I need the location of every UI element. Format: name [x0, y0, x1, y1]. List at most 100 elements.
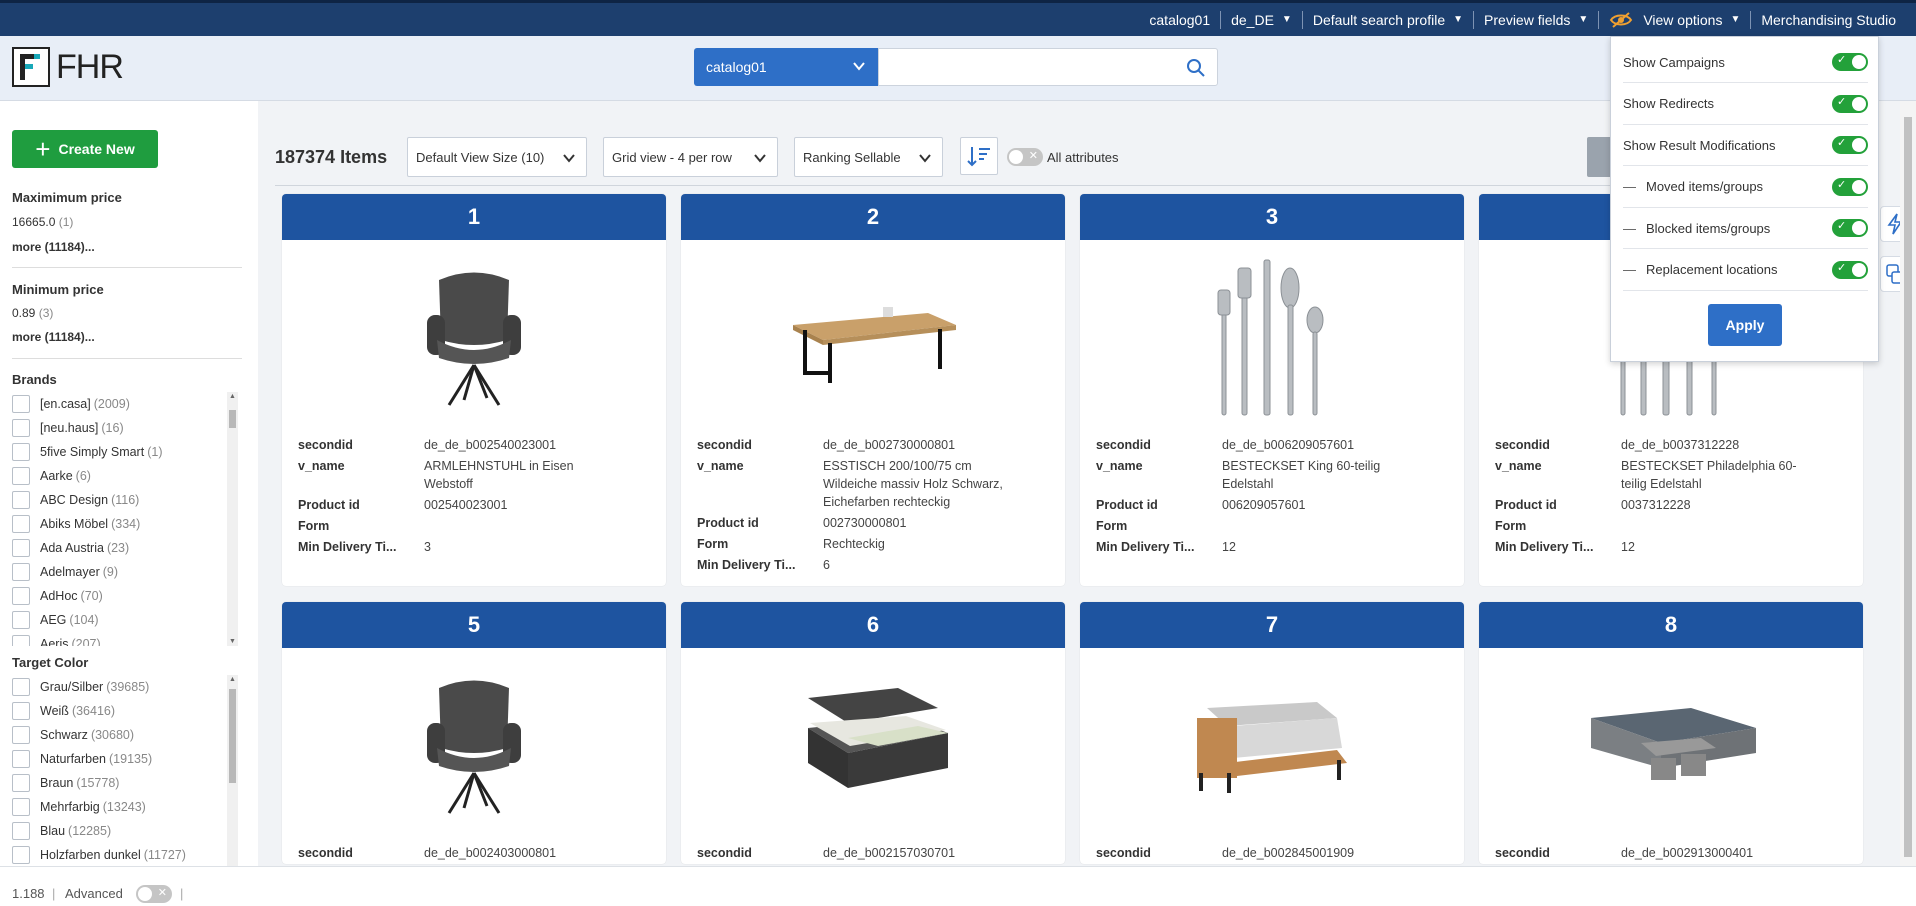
checkbox[interactable]: [12, 419, 30, 437]
checkbox[interactable]: [12, 750, 30, 768]
checkbox[interactable]: [12, 798, 30, 816]
product-card[interactable]: 5 secondid de_de_b002403000801: [282, 602, 666, 864]
view-size-select[interactable]: Default View Size (10): [407, 137, 587, 177]
checkbox[interactable]: [12, 395, 30, 413]
view-option-row[interactable]: Show Redirects: [1623, 84, 1868, 125]
view-option-toggle[interactable]: [1832, 177, 1868, 196]
view-option-row[interactable]: — Replacement locations: [1623, 250, 1868, 291]
view-options-dropdown: — Replacement locations — Blocked items/gro…: [1610, 36, 1879, 362]
view-options-menu[interactable]: View options ▼: [1598, 10, 1750, 29]
facet-value[interactable]: 0.89 (3): [12, 306, 53, 320]
checkbox[interactable]: [12, 491, 30, 509]
product-card[interactable]: 1 secondid de_de_b002540023001 v_name ARMLEH…: [282, 194, 666, 586]
view-option-toggle[interactable]: [1832, 219, 1868, 237]
attribute-row: secondid de_de_b002730000801: [697, 436, 1049, 454]
view-option-toggle[interactable]: [1832, 53, 1868, 71]
attribute-name: secondid: [298, 438, 353, 452]
scroll-thumb[interactable]: [229, 689, 236, 783]
checkbox[interactable]: [12, 611, 30, 629]
checkbox[interactable]: [12, 726, 30, 744]
view-option-row[interactable]: — Moved items/groups: [1623, 167, 1868, 208]
view-option-toggle[interactable]: [1832, 260, 1868, 279]
checkbox-item[interactable]: [neu.haus] (16): [12, 416, 242, 440]
product-card[interactable]: 6 secondid de_de_b002157030701: [681, 602, 1065, 864]
checkbox-item[interactable]: Naturfarben (19135): [12, 747, 242, 771]
colors-scrollbar[interactable]: ▲: [227, 675, 238, 867]
attribute-value: [424, 517, 624, 535]
product-card[interactable]: 8 secondid de_de_b002913000401: [1479, 602, 1863, 864]
page-scrollbar[interactable]: [1900, 101, 1916, 866]
attribute-row: v_name BESTECKSET King 60-teilig Edelstah…: [1096, 457, 1448, 493]
checkbox-item[interactable]: ABC Design (116): [12, 488, 242, 512]
apply-button[interactable]: Apply: [1708, 304, 1782, 346]
scroll-thumb[interactable]: [1904, 117, 1912, 857]
checkbox-item[interactable]: Schwarz (30680): [12, 723, 242, 747]
grid-view-select[interactable]: Grid view - 4 per row: [603, 137, 778, 177]
scroll-thumb[interactable]: [229, 410, 236, 428]
checkbox-item[interactable]: Mehrfarbig (13243): [12, 795, 242, 819]
checkbox-item[interactable]: Aarke (6): [12, 464, 242, 488]
checkbox[interactable]: [12, 443, 30, 461]
catalog-menu[interactable]: catalog01: [1139, 11, 1220, 29]
facet-value[interactable]: 16665.0 (1): [12, 215, 73, 229]
brands-scrollbar[interactable]: ▲ ▼: [227, 392, 238, 646]
checkbox[interactable]: [12, 515, 30, 533]
checkbox[interactable]: [12, 587, 30, 605]
scroll-up-icon[interactable]: ▲: [228, 676, 237, 683]
product-attributes: secondid de_de_b002913000401: [1479, 838, 1863, 862]
create-new-button[interactable]: + Create New: [12, 130, 158, 168]
checkbox[interactable]: [12, 467, 30, 485]
checkbox[interactable]: [12, 539, 30, 557]
search-profile-menu[interactable]: Default search profile ▼: [1301, 10, 1473, 29]
checkbox-item[interactable]: Aeris (207): [12, 632, 242, 646]
product-card[interactable]: 7 secondid de_de_b002845001909: [1080, 602, 1464, 864]
checkbox-item[interactable]: Abiks Möbel (334): [12, 512, 242, 536]
preview-fields-menu[interactable]: Preview fields ▼: [1473, 10, 1598, 29]
search-input[interactable]: [878, 48, 1218, 86]
ranking-value: Ranking Sellable: [803, 149, 901, 165]
ranking-select[interactable]: Ranking Sellable: [794, 137, 943, 177]
facet-more-link[interactable]: more (11184)...: [12, 330, 95, 344]
attribute-value: de_de_b006209057601: [1222, 438, 1355, 452]
checkbox-item[interactable]: [en.casa] (2009): [12, 392, 242, 416]
view-option-toggle[interactable]: [1832, 94, 1868, 113]
attribute-name: Form: [1495, 519, 1527, 533]
checkbox[interactable]: [12, 846, 30, 864]
product-position: 7: [1080, 602, 1464, 648]
locale-menu[interactable]: de_DE ▼: [1220, 10, 1302, 29]
checkbox-item[interactable]: Blau (12285): [12, 819, 242, 843]
checkbox[interactable]: [12, 635, 30, 646]
checkbox-item[interactable]: Weiß (36416): [12, 699, 242, 723]
scroll-down-icon[interactable]: ▼: [228, 638, 237, 645]
attribute-row: Product id 002540023001: [298, 496, 650, 514]
view-option-toggle[interactable]: [1832, 136, 1868, 154]
catalog-select[interactable]: catalog01: [694, 48, 878, 86]
checkbox-item[interactable]: 5five Simply Smart (1): [12, 440, 242, 464]
scroll-up-icon[interactable]: ▲: [228, 393, 237, 400]
checkbox[interactable]: [12, 774, 30, 792]
checkbox-item[interactable]: AEG (104): [12, 608, 242, 632]
checkbox[interactable]: [12, 563, 30, 581]
sort-button[interactable]: [960, 137, 998, 175]
checkbox-item[interactable]: Braun (15778): [12, 771, 242, 795]
product-card[interactable]: 3 secondid de_de_b006209057601 v_name BESTEC…: [1080, 194, 1464, 586]
view-option-row[interactable]: — Blocked items/groups: [1623, 208, 1868, 249]
merchandising-studio-link[interactable]: Merchandising Studio: [1750, 10, 1906, 29]
facet-more-link[interactable]: more (11184)...: [12, 240, 95, 254]
checkbox[interactable]: [12, 678, 30, 696]
search-icon[interactable]: [1185, 57, 1207, 79]
checkbox-item[interactable]: AdHoc (70): [12, 584, 242, 608]
checkbox-item[interactable]: Grau/Silber (39685): [12, 675, 242, 699]
product-card[interactable]: 2 secondid de_de_b002730000801 v_name ESSTIS…: [681, 194, 1065, 586]
create-new-label: Create New: [58, 141, 135, 157]
product-position: 6: [681, 602, 1065, 648]
checkbox[interactable]: [12, 702, 30, 720]
view-option-row[interactable]: Show Result Modifications: [1623, 125, 1868, 166]
checkbox-item[interactable]: Adelmayer (9): [12, 560, 242, 584]
view-option-row[interactable]: Show Campaigns: [1623, 42, 1868, 83]
checkbox-item[interactable]: Holzfarben dunkel (11727): [12, 843, 242, 867]
checkbox[interactable]: [12, 822, 30, 840]
all-attributes-toggle[interactable]: [1007, 148, 1043, 166]
checkbox-item[interactable]: Ada Austria (23): [12, 536, 242, 560]
advanced-toggle[interactable]: [136, 885, 172, 903]
